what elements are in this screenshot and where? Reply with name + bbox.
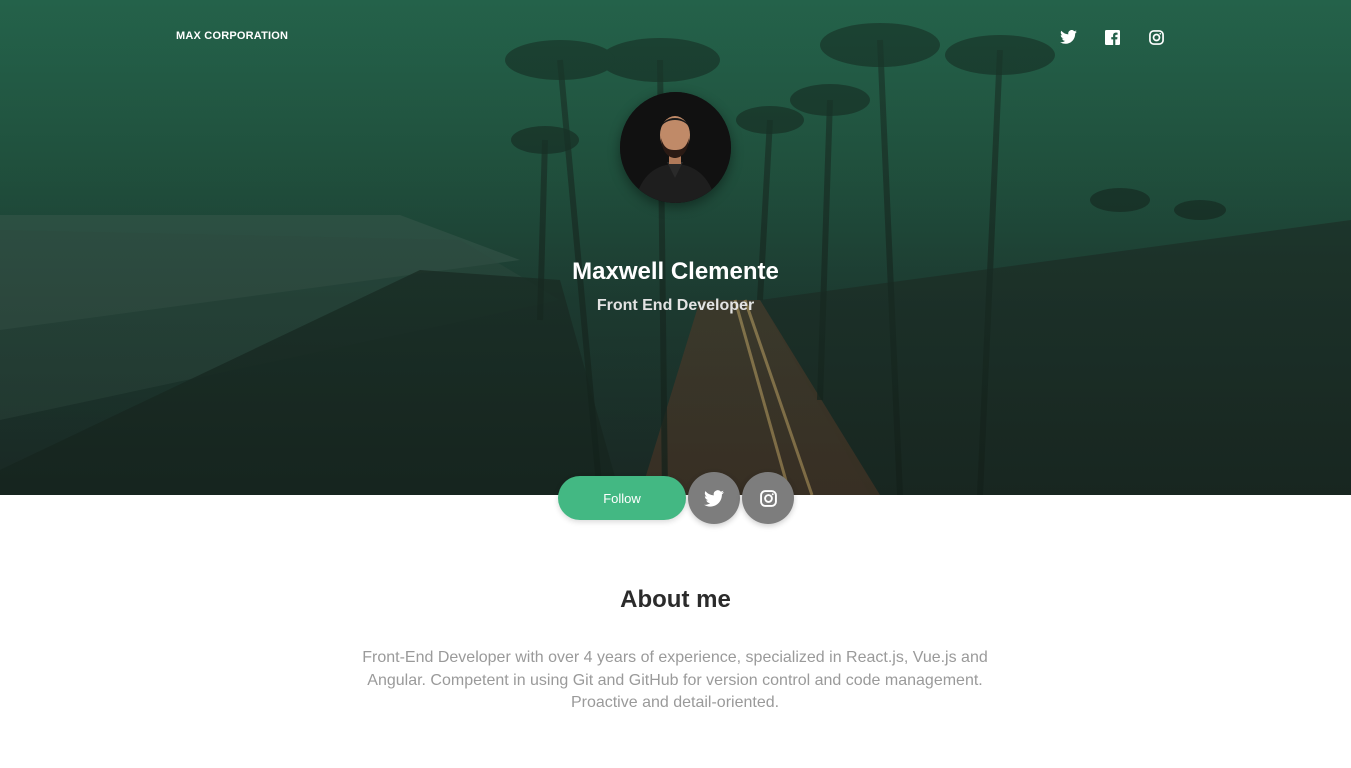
about-description: Front-End Developer with over 4 years of… bbox=[362, 649, 988, 711]
hero-overlay bbox=[0, 0, 1351, 495]
twitter-icon bbox=[704, 489, 724, 507]
about-heading: About me bbox=[620, 586, 731, 613]
facebook-icon[interactable] bbox=[1100, 26, 1124, 48]
twitter-button[interactable] bbox=[688, 472, 740, 524]
instagram-icon[interactable] bbox=[1144, 26, 1168, 48]
profile-name: Maxwell Clemente bbox=[572, 258, 779, 285]
profile-avatar bbox=[620, 92, 731, 203]
profile-role: Front End Developer bbox=[596, 297, 755, 314]
instagram-button[interactable] bbox=[742, 472, 794, 524]
twitter-icon[interactable] bbox=[1056, 26, 1080, 48]
hero-section: MAX CORPORATION Maxwell Clemente Front E… bbox=[0, 0, 1351, 495]
profile-actions: Follow bbox=[558, 472, 794, 524]
header-social-links bbox=[1056, 26, 1168, 48]
brand-logo[interactable]: MAX CORPORATION bbox=[176, 30, 288, 42]
instagram-icon bbox=[759, 489, 777, 507]
follow-button[interactable]: Follow bbox=[558, 476, 686, 520]
